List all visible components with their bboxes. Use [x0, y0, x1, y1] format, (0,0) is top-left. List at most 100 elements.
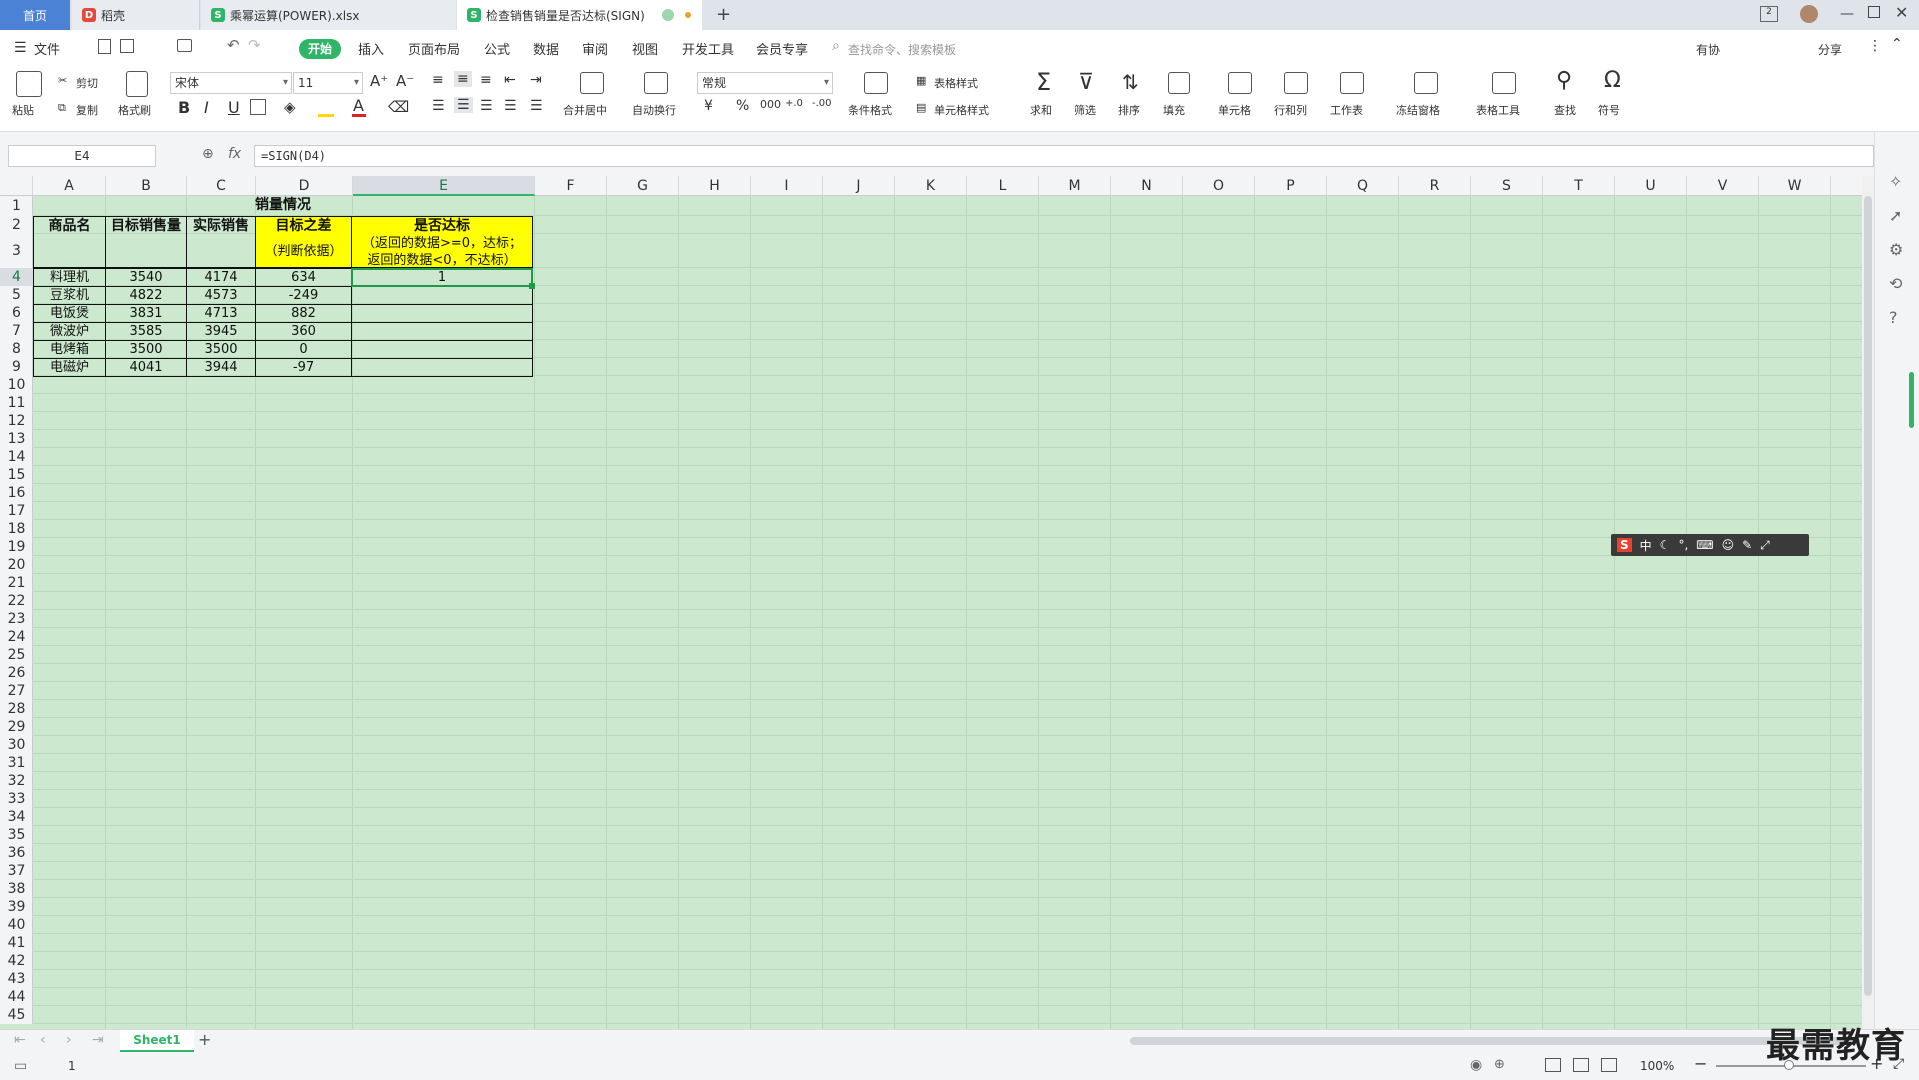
row-header[interactable]: 31 [0, 754, 33, 772]
collapse-ribbon-icon[interactable]: ⌃ [1891, 36, 1903, 52]
align-center-icon[interactable]: ☰ [454, 97, 473, 113]
rowcol-button[interactable]: 行和列 [1274, 102, 1307, 118]
settings-icon[interactable]: ⚙ [1889, 240, 1903, 259]
row-header[interactable]: 6 [0, 304, 33, 322]
conditional-format-button[interactable]: 条件格式 [848, 102, 892, 118]
column-header-P[interactable]: P [1255, 176, 1327, 196]
column-header-A[interactable]: A [33, 176, 106, 196]
new-doc-icon[interactable] [98, 39, 111, 54]
save-icon[interactable] [120, 39, 134, 53]
table-cell-name[interactable]: 电饭煲 [33, 304, 106, 323]
header-diff[interactable]: 目标之差 （判断依据） [255, 216, 352, 268]
row-header[interactable]: 39 [0, 898, 33, 916]
align-left-icon[interactable]: ☰ [432, 98, 445, 114]
row-header[interactable]: 32 [0, 772, 33, 790]
row-header[interactable]: 17 [0, 502, 33, 520]
thousands-icon[interactable]: 000 [760, 98, 781, 111]
column-header-H[interactable]: H [679, 176, 751, 196]
menu-view[interactable]: 视图 [632, 39, 658, 58]
row-header[interactable]: 34 [0, 808, 33, 826]
vertical-scrollbar[interactable] [1862, 176, 1874, 1029]
row-header[interactable]: 19 [0, 538, 33, 556]
wrap-icon[interactable] [644, 72, 668, 94]
fill-handle[interactable] [529, 283, 535, 289]
table-cell-actual[interactable]: 4174 [186, 268, 256, 287]
table-cell-target[interactable]: 3585 [105, 322, 187, 341]
row-header[interactable]: 9 [0, 358, 33, 376]
macro-icon[interactable]: ▭ [14, 1058, 27, 1074]
increase-decimal-icon[interactable]: +.0 [785, 98, 803, 109]
menu-page-layout[interactable]: 页面布局 [408, 39, 460, 58]
column-header-D[interactable]: D [256, 176, 353, 196]
name-box[interactable]: E4 [8, 145, 156, 167]
spreadsheet-grid[interactable]: ABCDEFGHIJKLMNOPQRSTUVW 1 2 3 4 5 6 7 8 9 10 11 12 1… [0, 176, 1862, 1029]
row-header[interactable]: 28 [0, 700, 33, 718]
table-cell-actual[interactable]: 3945 [186, 322, 256, 341]
sum-icon[interactable]: Σ [1036, 68, 1051, 96]
tab-docer[interactable]: D 稻壳 [72, 0, 200, 30]
row-header[interactable]: 43 [0, 970, 33, 988]
distribute-icon[interactable]: ☰ [530, 98, 543, 114]
row-header[interactable]: 10 [0, 376, 33, 394]
cell-style-button[interactable]: 单元格样式 [934, 102, 989, 118]
menu-member[interactable]: 会员专享 [756, 39, 808, 58]
ime-toolbar[interactable]: S 中 ☾ °, ⌨ ☺ ✎ ⤢ [1611, 534, 1809, 556]
font-color-icon[interactable]: A [353, 96, 364, 115]
cut-button[interactable]: 剪切 [76, 75, 98, 91]
font-shrink-icon[interactable]: A⁻ [396, 72, 414, 90]
expand-icon[interactable]: ⤢ [1760, 538, 1770, 553]
row-header[interactable]: 30 [0, 736, 33, 754]
font-grow-icon[interactable]: A⁺ [370, 72, 388, 90]
tab-power-file[interactable]: S 乘幂运算(POWER).xlsx [201, 0, 456, 30]
indent-increase-icon[interactable]: ⇥ [530, 72, 542, 88]
column-header-E[interactable]: E [353, 176, 535, 196]
column-header-B[interactable]: B [106, 176, 187, 196]
freeze-button[interactable]: 冻结窗格 [1396, 102, 1440, 118]
column-header-C[interactable]: C [187, 176, 256, 196]
command-search[interactable]: 查找命令、搜索模板 [848, 41, 956, 58]
column-header-J[interactable]: J [823, 176, 895, 196]
table-cell-diff[interactable]: 634 [255, 268, 352, 287]
column-header-T[interactable]: T [1543, 176, 1615, 196]
row-header[interactable]: 12 [0, 412, 33, 430]
table-cell-diff[interactable]: 360 [255, 322, 352, 341]
merge-button[interactable]: 合并居中 [563, 102, 607, 118]
undo-icon[interactable]: ↶ [227, 36, 240, 54]
select-all-corner[interactable] [0, 176, 33, 196]
header-target[interactable]: 目标销售量 [105, 216, 187, 268]
next-sheet-icon[interactable]: › [66, 1032, 72, 1048]
align-middle-icon[interactable]: ≡ [454, 71, 472, 87]
redo-icon[interactable]: ↷ [248, 36, 261, 54]
filter-button[interactable]: 筛选 [1074, 102, 1096, 118]
hamburger-icon[interactable]: ☰ [14, 40, 27, 56]
decrease-decimal-icon[interactable]: -.00 [812, 98, 832, 109]
filter-icon[interactable]: ⊽ [1078, 70, 1094, 95]
row-header[interactable]: 16 [0, 484, 33, 502]
row-header[interactable]: 29 [0, 718, 33, 736]
page-break-view-icon[interactable] [1601, 1058, 1617, 1072]
font-name-select[interactable]: 宋体 [170, 72, 292, 94]
table-cell-actual[interactable]: 3944 [186, 358, 256, 377]
table-cell-actual[interactable]: 3500 [186, 340, 256, 359]
find-button[interactable]: 查找 [1554, 102, 1576, 118]
table-cell-diff[interactable]: 0 [255, 340, 352, 359]
row-header[interactable]: 7 [0, 322, 33, 340]
menu-insert[interactable]: 插入 [358, 39, 384, 58]
page-layout-view-icon[interactable] [1573, 1058, 1589, 1072]
row-header[interactable]: 37 [0, 862, 33, 880]
header-actual[interactable]: 实际销售 [186, 216, 256, 268]
conditional-format-icon[interactable] [864, 72, 888, 94]
user-icon[interactable]: ☺ [1722, 538, 1735, 552]
align-bottom-icon[interactable]: ≡ [480, 72, 492, 88]
row-header[interactable]: 22 [0, 592, 33, 610]
row-header[interactable]: 20 [0, 556, 33, 574]
currency-icon[interactable]: ¥ [704, 98, 713, 114]
share-button[interactable]: 分享 [1818, 41, 1842, 58]
column-header-S[interactable]: S [1471, 176, 1543, 196]
menu-review[interactable]: 审阅 [582, 39, 608, 58]
sheet-tab-sheet1[interactable]: Sheet1 [120, 1030, 194, 1052]
sync-button[interactable]: 有协 [1696, 41, 1720, 58]
wrap-button[interactable]: 自动换行 [632, 102, 676, 118]
table-tools-icon[interactable] [1492, 72, 1516, 94]
prev-sheet-icon[interactable]: ‹ [40, 1032, 46, 1048]
